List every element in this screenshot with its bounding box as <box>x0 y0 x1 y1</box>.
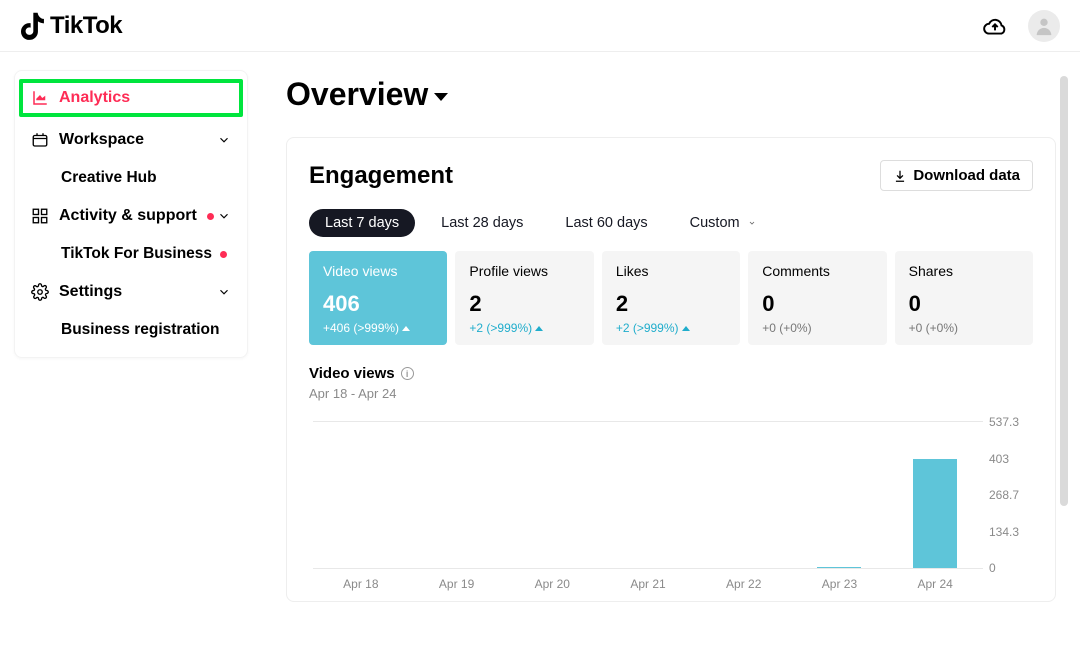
panel-title: Engagement <box>309 162 453 190</box>
workspace-icon <box>31 131 49 149</box>
engagement-panel: Engagement Download data Last 7 days Las… <box>286 137 1056 602</box>
metric-change: +2 (>999%) <box>616 321 726 335</box>
arrow-up-icon <box>402 326 410 331</box>
range-custom[interactable]: Custom <box>674 209 772 237</box>
top-header: TikTok <box>0 0 1080 52</box>
chevron-down-icon <box>217 209 231 223</box>
brand-logo[interactable]: TikTok <box>20 11 122 41</box>
y-axis-label: 537.3 <box>989 415 1033 429</box>
metric-label: Shares <box>909 263 1019 279</box>
metric-value: 406 <box>323 291 433 317</box>
metric-card-likes[interactable]: Likes 2 +2 (>999%) <box>602 251 740 345</box>
range-last-60-days[interactable]: Last 60 days <box>549 209 663 237</box>
date-range-selector: Last 7 days Last 28 days Last 60 days Cu… <box>309 209 1033 237</box>
metric-label: Profile views <box>469 263 579 279</box>
metric-change: +0 (+0%) <box>762 321 872 335</box>
x-axis-label: Apr 20 <box>504 577 600 591</box>
arrow-up-icon <box>535 326 543 331</box>
sidebar-item-workspace[interactable]: Workspace <box>15 121 247 159</box>
sidebar-label: Business registration <box>61 321 220 339</box>
chart-date-range: Apr 18 - Apr 24 <box>309 386 1033 401</box>
y-axis-label: 0 <box>989 561 1033 575</box>
range-last-7-days[interactable]: Last 7 days <box>309 209 415 237</box>
notification-dot-icon <box>207 213 214 220</box>
x-axis-label: Apr 23 <box>792 577 888 591</box>
sidebar-label: Settings <box>59 283 122 301</box>
y-axis-label: 134.3 <box>989 525 1033 539</box>
metric-change: +0 (+0%) <box>909 321 1019 335</box>
sidebar-item-business-registration[interactable]: Business registration <box>15 311 247 349</box>
gear-icon <box>31 283 49 301</box>
chevron-down-icon <box>217 285 231 299</box>
video-views-chart: 537.3403268.7134.30 Apr 18Apr 19Apr 20Ap… <box>309 421 1033 591</box>
sidebar-label: TikTok For Business <box>61 245 212 263</box>
grid-icon <box>31 207 49 225</box>
page-title: Overview <box>286 76 428 113</box>
chart-bar <box>817 567 861 568</box>
x-axis-label: Apr 19 <box>409 577 505 591</box>
sidebar-item-creative-hub[interactable]: Creative Hub <box>15 159 247 197</box>
metric-card-shares[interactable]: Shares 0 +0 (+0%) <box>895 251 1033 345</box>
x-axis-label: Apr 21 <box>600 577 696 591</box>
sidebar-label: Analytics <box>59 89 130 107</box>
metric-change: +2 (>999%) <box>469 321 579 335</box>
metric-value: 0 <box>909 291 1019 317</box>
metric-card-comments[interactable]: Comments 0 +0 (+0%) <box>748 251 886 345</box>
metric-card-video-views[interactable]: Video views 406 +406 (>999%) <box>309 251 447 345</box>
metric-value: 0 <box>762 291 872 317</box>
sidebar-item-settings[interactable]: Settings <box>15 273 247 311</box>
y-axis-label: 403 <box>989 452 1033 466</box>
download-data-button[interactable]: Download data <box>880 160 1033 191</box>
chart-area-icon <box>31 89 49 107</box>
x-axis-label: Apr 24 <box>887 577 983 591</box>
download-icon <box>893 169 907 183</box>
sidebar-label: Workspace <box>59 131 144 149</box>
download-label: Download data <box>913 167 1020 184</box>
sidebar-label: Activity & support <box>59 207 197 225</box>
chevron-down-icon <box>748 219 756 227</box>
header-actions <box>982 10 1060 42</box>
sidebar-item-tiktok-for-business[interactable]: TikTok For Business <box>15 235 247 273</box>
info-icon[interactable]: i <box>401 367 414 380</box>
y-axis-label: 268.7 <box>989 488 1033 502</box>
metric-label: Comments <box>762 263 872 279</box>
chart-title: Video views <box>309 365 395 382</box>
brand-name: TikTok <box>50 12 122 40</box>
metric-change: +406 (>999%) <box>323 321 433 335</box>
chevron-down-icon <box>217 133 231 147</box>
range-last-28-days[interactable]: Last 28 days <box>425 209 539 237</box>
cloud-upload-icon[interactable] <box>982 13 1008 39</box>
scrollbar-thumb[interactable] <box>1060 76 1068 506</box>
scrollbar[interactable] <box>1060 76 1068 650</box>
x-axis-label: Apr 18 <box>313 577 409 591</box>
arrow-up-icon <box>682 326 690 331</box>
metric-value: 2 <box>469 291 579 317</box>
sidebar-item-analytics[interactable]: Analytics <box>19 79 243 117</box>
page-title-dropdown[interactable]: Overview <box>286 76 1056 113</box>
chart-bar <box>913 459 957 569</box>
caret-down-icon <box>434 93 448 101</box>
sidebar-item-activity-support[interactable]: Activity & support <box>15 197 247 235</box>
notification-dot-icon <box>220 251 227 258</box>
metric-label: Video views <box>323 263 433 279</box>
metric-label: Likes <box>616 263 726 279</box>
sidebar: Analytics Workspace Creative Hub Activit… <box>0 52 262 670</box>
tiktok-note-icon <box>20 11 46 41</box>
metrics-row: Video views 406 +406 (>999%) Profile views 2… <box>309 251 1033 345</box>
metric-card-profile-views[interactable]: Profile views 2 +2 (>999%) <box>455 251 593 345</box>
user-icon <box>1033 15 1055 37</box>
x-axis-label: Apr 22 <box>696 577 792 591</box>
sidebar-label: Creative Hub <box>61 169 157 187</box>
user-avatar[interactable] <box>1028 10 1060 42</box>
metric-value: 2 <box>616 291 726 317</box>
